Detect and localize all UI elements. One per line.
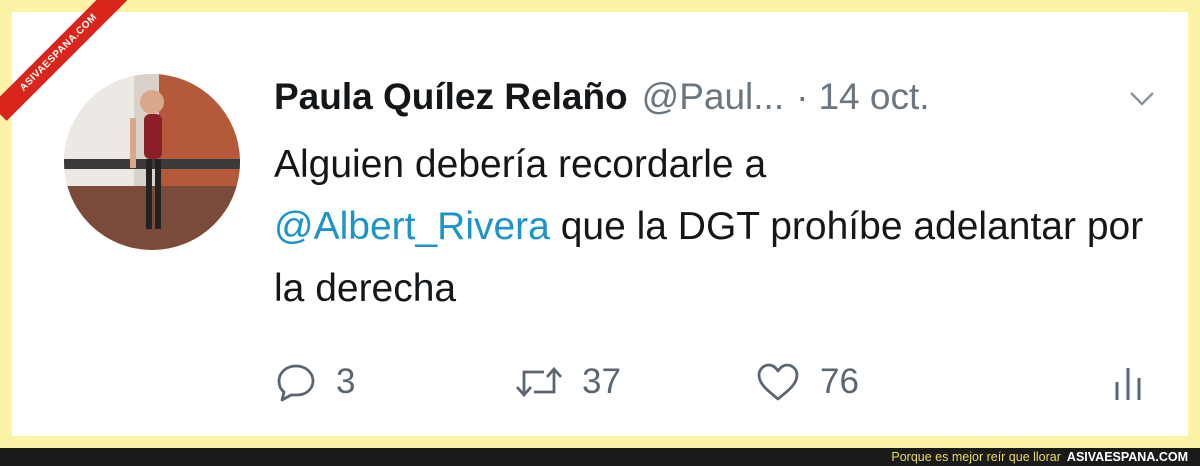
reply-button[interactable]: 3 <box>274 357 355 407</box>
stats-button[interactable] <box>1110 357 1146 407</box>
retweet-icon <box>514 360 564 404</box>
tweet-card: ASIVAESPANA.COM Paula Quílez Relaño @Pau… <box>0 0 1188 436</box>
retweet-count: 37 <box>582 362 621 401</box>
tweet-actions: 3 37 76 <box>274 357 1154 407</box>
footer-site[interactable]: ASIVAESPANA.COM <box>1067 450 1188 464</box>
tweet-date[interactable]: 14 oct. <box>818 76 929 118</box>
heart-icon <box>754 360 802 404</box>
retweet-button[interactable]: 37 <box>514 357 621 407</box>
separator: · <box>796 76 809 117</box>
chevron-down-icon[interactable] <box>1126 86 1158 110</box>
avatar[interactable] <box>64 74 240 250</box>
footer-slogan: Porque es mejor reír que llorar <box>891 450 1061 464</box>
reply-count: 3 <box>336 362 356 401</box>
tweet-text-part1: Alguien debería recordarle a <box>274 143 767 186</box>
tweet-header: Paula Quílez Relaño @Paul... · 14 oct. <box>274 72 930 122</box>
site-footer: Porque es mejor reír que llorar ASIVAESPA… <box>0 448 1200 466</box>
like-button[interactable]: 76 <box>754 357 859 407</box>
author-handle[interactable]: @Paul... <box>642 76 784 118</box>
mention-link[interactable]: @Albert_Rivera <box>274 205 550 248</box>
stats-icon <box>1110 360 1146 404</box>
tweet-text: Alguien debería recordarle a @Albert_Riv… <box>274 134 1154 320</box>
author-name[interactable]: Paula Quílez Relaño <box>274 76 628 118</box>
avatar-photo <box>64 74 240 250</box>
reply-icon <box>274 360 318 404</box>
like-count: 76 <box>820 362 859 401</box>
